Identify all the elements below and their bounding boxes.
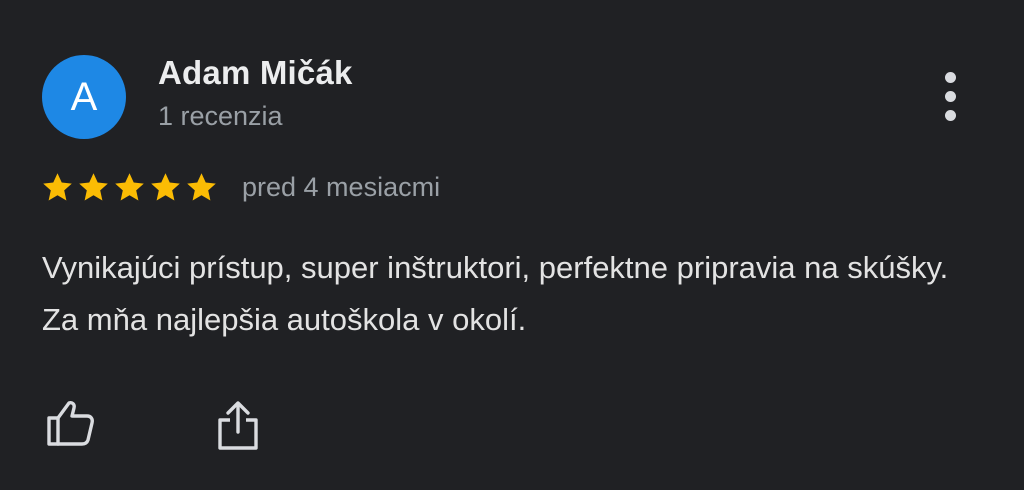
more-vert-icon xyxy=(944,71,956,83)
star-icon xyxy=(187,173,216,201)
share-icon xyxy=(218,401,258,450)
author-review-count: 1 recenzia xyxy=(158,101,283,131)
review-card: A Adam Mičák 1 recenzia pred 4 mesiacmi … xyxy=(0,0,1024,490)
thumb-up-icon xyxy=(47,401,94,446)
author-name[interactable]: Adam Mičák xyxy=(158,54,353,92)
avatar-initial: A xyxy=(70,74,98,119)
more-options-button[interactable] xyxy=(928,66,972,126)
more-vert-icon-dot xyxy=(944,90,956,102)
avatar[interactable]: A xyxy=(42,55,126,139)
more-vert-icon-dot xyxy=(944,109,956,121)
star-icon xyxy=(43,173,72,201)
like-button[interactable] xyxy=(44,398,96,450)
share-button[interactable] xyxy=(214,398,262,454)
star-icon xyxy=(79,173,108,201)
review-time: pred 4 mesiacmi xyxy=(242,172,441,202)
star-icon xyxy=(151,173,180,201)
review-text: Vynikajúci prístup, super inštruktori, p… xyxy=(42,250,949,337)
star-rating xyxy=(40,170,219,205)
star-icon xyxy=(115,173,144,201)
